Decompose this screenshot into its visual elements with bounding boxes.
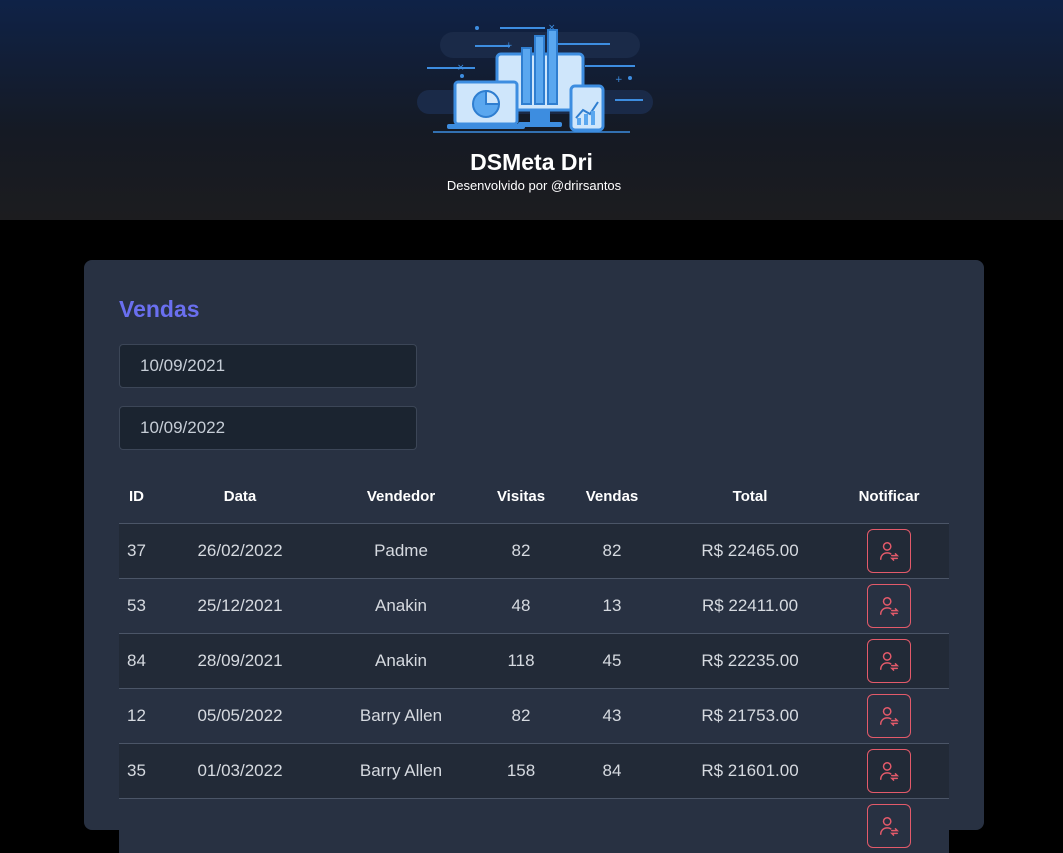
max-date-input[interactable] — [119, 406, 417, 450]
notify-user-icon — [878, 760, 900, 782]
cell-seller: Anakin — [313, 579, 489, 634]
notify-button[interactable] — [867, 749, 911, 793]
cell-visits: 82 — [489, 689, 553, 744]
cell-deals: 43 — [553, 689, 671, 744]
column-header-notify: Notificar — [829, 469, 949, 524]
notify-user-icon — [878, 815, 900, 837]
cell-total: R$ 22411.00 — [671, 579, 829, 634]
app-title: DSMeta Dri — [0, 149, 1063, 176]
notify-button[interactable] — [867, 584, 911, 628]
column-header-seller: Vendedor — [313, 469, 489, 524]
cell-total — [671, 799, 829, 853]
cell-deals: 45 — [553, 634, 671, 689]
cell-visits — [489, 799, 553, 853]
cell-id: 37 — [119, 524, 167, 579]
cell-total: R$ 22465.00 — [671, 524, 829, 579]
table-row: 12 05/05/2022 Barry Allen 82 43 R$ 21753… — [119, 689, 949, 744]
cell-date: 05/05/2022 — [167, 689, 313, 744]
column-header-id: ID — [119, 469, 167, 524]
column-header-total: Total — [671, 469, 829, 524]
column-header-visits: Visitas — [489, 469, 553, 524]
cell-id: 53 — [119, 579, 167, 634]
cell-notify — [829, 579, 949, 634]
notify-button[interactable] — [867, 694, 911, 738]
svg-text:×: × — [457, 63, 465, 73]
cell-deals — [553, 799, 671, 853]
min-date-input[interactable] — [119, 344, 417, 388]
cell-id: 12 — [119, 689, 167, 744]
cell-total: R$ 21753.00 — [671, 689, 829, 744]
cell-deals: 13 — [553, 579, 671, 634]
cell-notify — [829, 689, 949, 744]
cell-visits: 118 — [489, 634, 553, 689]
app-subtitle: Desenvolvido por @drirsantos — [0, 178, 1063, 193]
cell-notify — [829, 799, 949, 853]
table-row: 37 26/02/2022 Padme 82 82 R$ 22465.00 — [119, 524, 949, 579]
notify-user-icon — [878, 540, 900, 562]
notify-button[interactable] — [867, 639, 911, 683]
cell-seller: Anakin — [313, 634, 489, 689]
cell-visits: 82 — [489, 524, 553, 579]
notify-button[interactable] — [867, 804, 911, 848]
table-row: 53 25/12/2021 Anakin 48 13 R$ 22411.00 — [119, 579, 949, 634]
table-row: 84 28/09/2021 Anakin 118 45 R$ 22235.00 — [119, 634, 949, 689]
table-row: 35 01/03/2022 Barry Allen 158 84 R$ 2160… — [119, 744, 949, 799]
sales-card: Vendas ID Data Vendedor Visitas Vendas T… — [84, 260, 984, 830]
sales-table: ID Data Vendedor Visitas Vendas Total No… — [119, 469, 949, 853]
sales-card-title: Vendas — [119, 296, 200, 323]
cell-total: R$ 22235.00 — [671, 634, 829, 689]
table-header-row: ID Data Vendedor Visitas Vendas Total No… — [119, 469, 949, 524]
cell-date — [167, 799, 313, 853]
cell-id — [119, 799, 167, 853]
cell-deals: 84 — [553, 744, 671, 799]
cell-seller — [313, 799, 489, 853]
table-row — [119, 799, 949, 853]
notify-button[interactable] — [867, 529, 911, 573]
cell-visits: 48 — [489, 579, 553, 634]
cell-notify — [829, 524, 949, 579]
cell-notify — [829, 744, 949, 799]
cell-date: 25/12/2021 — [167, 579, 313, 634]
dashboard-illustration-icon: × × + + — [415, 18, 655, 136]
column-header-date: Data — [167, 469, 313, 524]
cell-seller: Barry Allen — [313, 744, 489, 799]
cell-date: 28/09/2021 — [167, 634, 313, 689]
cell-id: 84 — [119, 634, 167, 689]
cell-deals: 82 — [553, 524, 671, 579]
header: × × + + DSMeta Dri Desenvolvido por @dri… — [0, 0, 1063, 220]
column-header-deals: Vendas — [553, 469, 671, 524]
notify-user-icon — [878, 705, 900, 727]
svg-text:+: + — [615, 75, 623, 85]
cell-total: R$ 21601.00 — [671, 744, 829, 799]
svg-text:+: + — [505, 41, 513, 51]
cell-date: 26/02/2022 — [167, 524, 313, 579]
notify-user-icon — [878, 650, 900, 672]
cell-visits: 158 — [489, 744, 553, 799]
cell-id: 35 — [119, 744, 167, 799]
cell-seller: Barry Allen — [313, 689, 489, 744]
cell-seller: Padme — [313, 524, 489, 579]
notify-user-icon — [878, 595, 900, 617]
cell-notify — [829, 634, 949, 689]
cell-date: 01/03/2022 — [167, 744, 313, 799]
